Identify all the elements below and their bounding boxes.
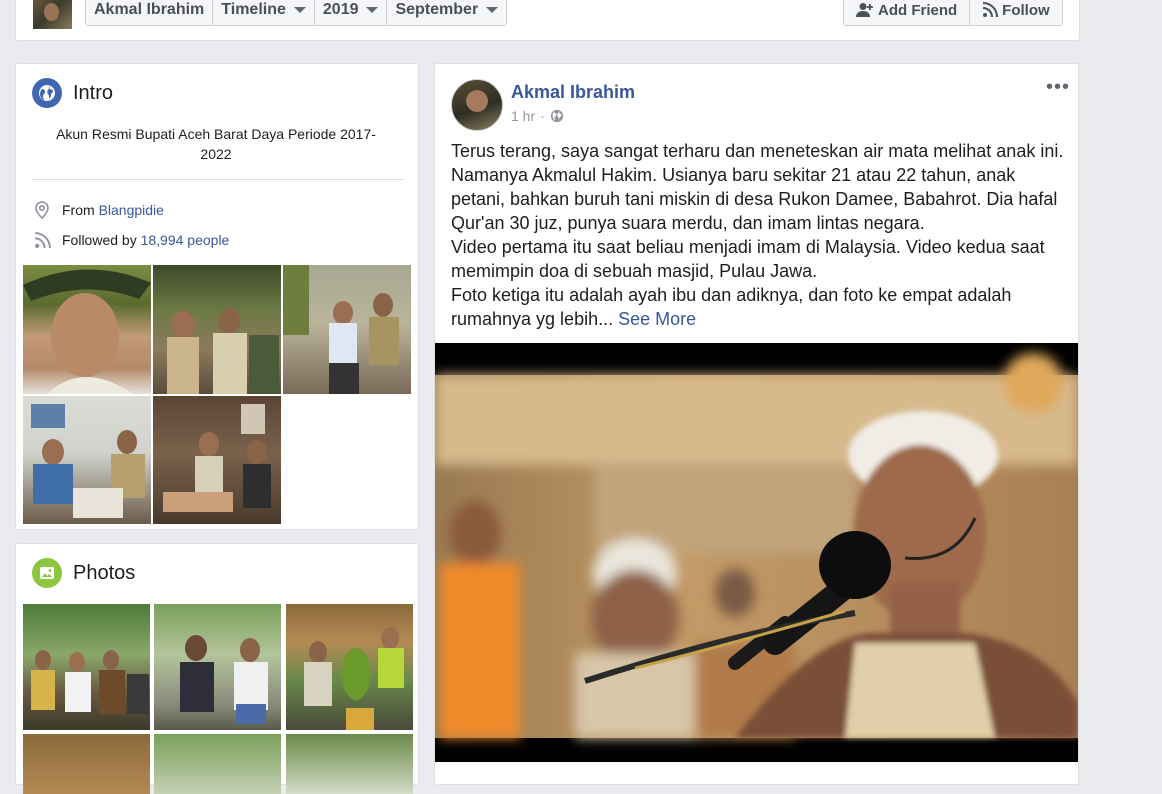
post-paragraph: Terus terang, saya sangat terharu dan me… <box>451 141 1064 233</box>
photos-card: Photos <box>15 543 419 794</box>
more-options-icon[interactable]: ••• <box>1046 76 1070 99</box>
featured-photo[interactable] <box>23 396 151 524</box>
post-author-name[interactable]: Akmal Ibrahim <box>511 82 635 103</box>
crumb-month-label: September <box>395 1 479 18</box>
post-timestamp: 1 hr · <box>511 108 564 124</box>
rss-icon <box>983 2 999 18</box>
add-friend-button[interactable]: Add Friend <box>844 0 969 25</box>
featured-photo[interactable] <box>23 265 151 394</box>
intro-description: Akun Resmi Bupati Aceh Barat Daya Period… <box>56 126 376 162</box>
photo-thumbnail[interactable] <box>23 734 150 794</box>
intro-title-text: Intro <box>73 81 114 104</box>
chevron-down-icon <box>366 7 379 13</box>
header-actions: Add Friend Follow <box>843 0 1063 26</box>
photo-thumbnail[interactable] <box>154 734 281 794</box>
photos-title-text: Photos <box>73 561 136 584</box>
intro-title: Intro <box>32 78 113 108</box>
follow-button[interactable]: Follow <box>969 0 1062 25</box>
intro-divider <box>32 179 404 180</box>
featured-photo[interactable] <box>283 265 411 394</box>
profile-header-bar: Akmal Ibrahim Timeline 2019 September Ad… <box>15 0 1080 41</box>
profile-avatar-thumbnail[interactable] <box>33 0 72 29</box>
follow-label: Follow <box>1002 1 1050 19</box>
post-body: Terus terang, saya sangat terharu dan me… <box>451 139 1071 331</box>
crumb-profile-name-label: Akmal Ibrahim <box>94 1 205 18</box>
photos-title: Photos <box>32 558 135 588</box>
rss-icon <box>32 230 52 250</box>
photos-icon <box>32 558 62 588</box>
photo-thumbnail[interactable] <box>23 604 150 730</box>
post-video[interactable] <box>435 343 1078 762</box>
crumb-month[interactable]: September <box>386 0 507 25</box>
from-prefix: From <box>62 202 95 218</box>
video-frame <box>435 353 1078 738</box>
followers-count-link[interactable]: 18,994 people <box>141 232 230 248</box>
featured-photo[interactable] <box>153 265 281 394</box>
intro-followers-row: Followed by 18,994 people <box>32 230 229 250</box>
from-place-link[interactable]: Blangpidie <box>99 202 164 218</box>
intro-from-row: From Blangpidie <box>32 200 164 220</box>
post-time-separator: · <box>540 108 545 124</box>
post-author-avatar[interactable] <box>451 79 503 131</box>
post-time-text[interactable]: 1 hr <box>511 108 535 124</box>
breadcrumb: Akmal Ibrahim Timeline 2019 September <box>85 0 508 26</box>
intro-card: Intro Akun Resmi Bupati Aceh Barat Daya … <box>15 63 419 530</box>
chevron-down-icon <box>486 7 499 13</box>
post-paragraph-last: Foto ketiga itu adalah ayah ibu dan adik… <box>451 283 1071 331</box>
add-friend-icon <box>856 3 873 17</box>
crumb-year-label: 2019 <box>322 1 359 18</box>
photo-thumbnail[interactable] <box>154 604 281 730</box>
featured-photo[interactable] <box>153 396 281 524</box>
globe-icon <box>550 109 563 123</box>
see-more-link[interactable]: See More <box>618 309 696 329</box>
chevron-down-icon <box>293 7 306 13</box>
crumb-year[interactable]: 2019 <box>313 0 387 25</box>
location-pin-icon <box>32 200 52 220</box>
add-friend-label: Add Friend <box>878 1 958 19</box>
crumb-profile-name[interactable]: Akmal Ibrahim <box>86 0 213 25</box>
photo-thumbnail[interactable] <box>286 604 413 730</box>
photo-thumbnail[interactable] <box>286 734 413 794</box>
crumb-timeline[interactable]: Timeline <box>212 0 314 25</box>
post-paragraph-truncated: Foto ketiga itu adalah ayah ibu dan adik… <box>451 285 1012 329</box>
globe-icon <box>32 78 62 108</box>
crumb-timeline-label: Timeline <box>221 1 286 18</box>
post-card: Akmal Ibrahim 1 hr · ••• Terus terang, s… <box>434 63 1079 785</box>
followed-prefix: Followed by <box>62 232 137 248</box>
post-paragraph: Video pertama itu saat beliau menjadi im… <box>451 237 1045 281</box>
